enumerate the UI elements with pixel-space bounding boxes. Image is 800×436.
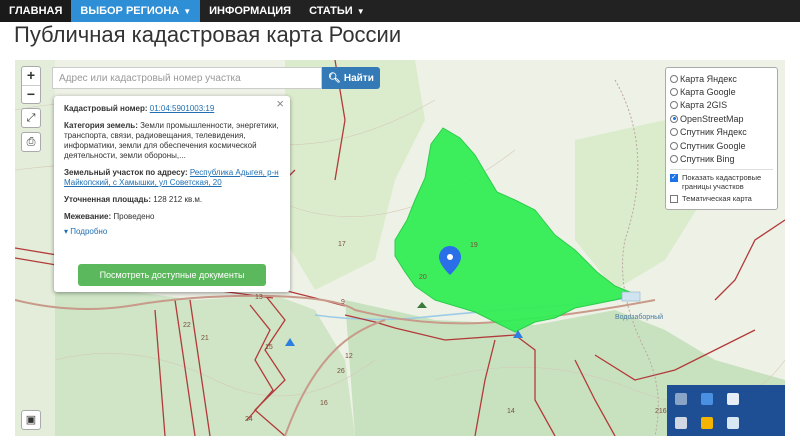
measure-button[interactable]: ▣ [21,410,41,430]
layer-option-label: Спутник Яндекс [680,127,747,138]
chevron-down-icon: ▼ [356,7,365,16]
layer-option-2gis-map[interactable]: Карта 2GIS [670,99,773,112]
package-icon[interactable] [727,417,739,429]
radio-icon [670,74,678,83]
parcel-info-popup: × Кадастровый номер: 01:04:5901003:19 Ка… [54,96,290,292]
system-tray-overlay [667,385,785,436]
parcel-label: 15 [265,344,273,351]
chat-icon[interactable] [675,393,687,405]
address-label: Земельный участок по адресу: [64,168,188,177]
nav-home[interactable]: ГЛАВНАЯ [0,0,72,22]
page-title: Публичная кадастровая карта России [14,22,402,47]
parcel-label: 216 [655,408,667,415]
area-row: Уточненная площадь: 128 212 кв.м. [64,195,280,205]
search-button-label: Найти [343,72,374,84]
layer-option-label: Спутник Bing [680,154,735,165]
category-row: Категория земель: Земли промышленности, … [64,121,280,161]
shield-icon[interactable] [701,417,713,429]
layer-option-label: Карта Google [680,87,736,98]
parcel-label: 24 [245,416,253,423]
thematic-map-checkbox[interactable]: Тематическая карта [670,194,773,203]
nav-info[interactable]: ИНФОРМАЦИЯ [200,0,300,22]
view-documents-button[interactable]: Посмотреть доступные документы [78,264,266,286]
zoom-out-button[interactable]: − [22,85,40,103]
search-button[interactable]: 🔍︎ Найти [322,67,380,89]
area-value: 128 212 кв.м. [153,195,203,204]
monitor-icon[interactable] [675,417,687,429]
parcel-label: 19 [470,242,478,249]
cadastral-number-link[interactable]: 01:04:5901003:19 [150,104,215,113]
parcel-label: 12 [345,353,353,360]
area-label: Уточненная площадь: [64,195,152,204]
nav-articles-label: СТАТЬИ [309,5,353,17]
expand-icon: ⤢ [26,112,36,124]
more-details-link[interactable]: ▾ Подробно [64,227,280,237]
parcel-label: 22 [183,322,191,329]
survey-row: Межевание: Проведено [64,212,280,222]
print-button[interactable]: ⎙ [21,132,41,152]
zoom-in-button[interactable]: + [22,67,40,85]
layer-divider [670,168,773,170]
layer-switcher: Карта Яндекс Карта Google Карта 2GIS Ope… [665,67,778,210]
radio-icon [670,141,678,150]
layer-option-label: Спутник Google [680,140,746,151]
fullscreen-button[interactable]: ⤢ [21,108,41,128]
category-label: Категория земель: [64,121,138,130]
thematic-map-label: Тематическая карта [682,193,752,203]
show-borders-label: Показать кадастровые границы участков [682,172,762,191]
layer-option-google-satellite[interactable]: Спутник Google [670,139,773,152]
chevron-down-icon: ▼ [183,7,192,16]
cadastral-map[interactable]: 17 20 9 15 13 12 16 24 22 21 26 14 19 21… [15,60,785,436]
volume-icon[interactable] [727,393,739,405]
radio-icon [670,101,678,110]
top-navbar: ГЛАВНАЯ ВЫБОР РЕГИОНА ▼ ИНФОРМАЦИЯ СТАТЬИ… [0,0,800,22]
network-icon[interactable] [701,393,713,405]
checkbox-icon [670,194,678,203]
cadastral-row: Кадастровый номер: 01:04:5901003:19 [64,104,280,114]
parcel-label: 13 [255,294,263,301]
survey-label: Межевание: [64,212,112,221]
layer-option-label: Карта Яндекс [680,73,737,84]
survey-value: Проведено [113,212,155,221]
radio-icon [670,155,678,164]
reservoir-label: Водозаборный [615,314,664,321]
show-borders-checkbox[interactable]: Показать кадастровые границы участков [670,173,773,191]
radio-icon [670,128,678,137]
layer-option-yandex-map[interactable]: Карта Яндекс [670,72,773,85]
cadastral-label: Кадастровый номер: [64,104,148,113]
parcel-label: 21 [201,335,209,342]
nav-region-label: ВЫБОР РЕГИОНА [80,5,180,17]
parcel-label: 16 [320,400,328,407]
checkbox-checked-icon [670,173,678,182]
address-row: Земельный участок по адресу: Республика … [64,168,280,188]
radio-icon [670,88,678,97]
close-icon[interactable]: × [276,97,284,110]
parcel-label: 14 [507,408,515,415]
search-input[interactable] [52,67,322,89]
parcel-label: 9 [341,299,345,306]
search-icon: 🔍︎ [328,72,341,84]
layer-option-openstreetmap[interactable]: OpenStreetMap [670,112,773,125]
parcel-label: 17 [338,241,346,248]
radio-selected-icon [670,114,678,123]
layer-option-yandex-satellite[interactable]: Спутник Яндекс [670,126,773,139]
square-icon: ▣ [25,414,37,426]
parcel-label: 20 [419,274,427,281]
nav-region-select[interactable]: ВЫБОР РЕГИОНА ▼ [71,0,201,22]
layer-option-label: OpenStreetMap [680,113,744,124]
layer-option-google-map[interactable]: Карта Google [670,85,773,98]
layer-option-bing-satellite[interactable]: Спутник Bing [670,152,773,165]
layer-option-label: Карта 2GIS [680,100,728,111]
printer-icon: ⎙ [26,136,36,148]
zoom-control: + − [21,66,41,104]
parcel-label: 26 [337,368,345,375]
nav-articles[interactable]: СТАТЬИ ▼ [300,0,374,22]
more-details-label: Подробно [70,227,108,236]
